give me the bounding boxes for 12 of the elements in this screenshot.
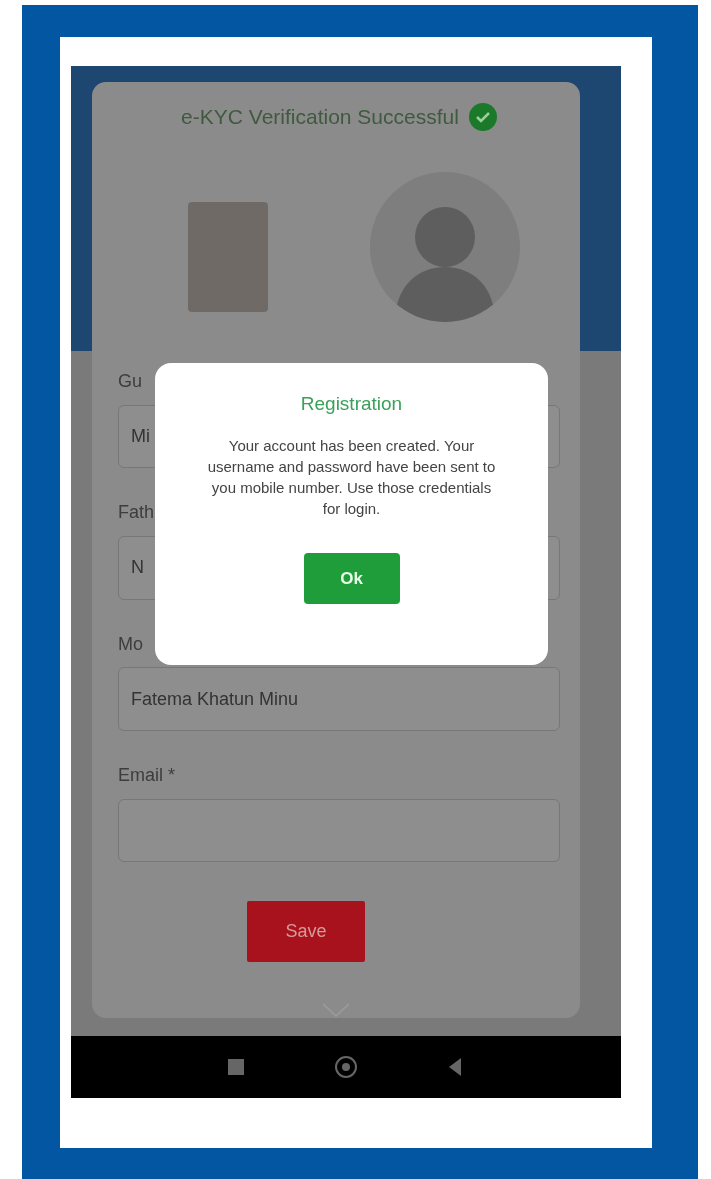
ok-button[interactable]: Ok [303, 553, 400, 604]
home-icon[interactable] [335, 1056, 357, 1078]
input-field[interactable]: Fatema Khatun Minu [118, 667, 560, 731]
dialog-message: Your account has been created. Your username and password have been sent to you mobile number. Use those credentials for login. [206, 436, 497, 519]
field-label: Gu [118, 371, 142, 394]
save-button[interactable]: Save [247, 901, 365, 963]
recent-apps-icon[interactable] [225, 1056, 247, 1078]
page-title: e-KYC Verification Successful [181, 104, 459, 129]
dialog-title: Registration [300, 393, 403, 415]
field-label: Mo [118, 633, 143, 656]
field-label: Email * [118, 764, 175, 787]
field-label: Fath [118, 502, 155, 525]
